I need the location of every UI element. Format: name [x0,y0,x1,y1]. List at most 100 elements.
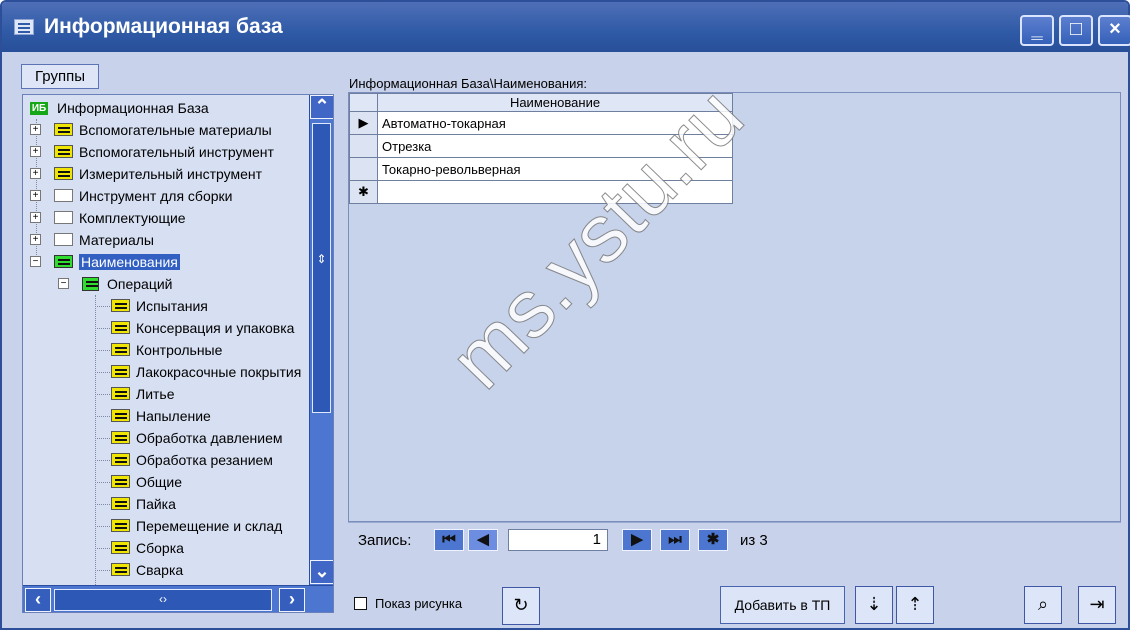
tree-item[interactable]: + Вспомогательные материалы [30,119,272,141]
previous-record-button[interactable]: ◀ [468,529,498,551]
tree-connector [95,350,110,351]
name-column-header[interactable]: Наименование [377,93,733,112]
expand-icon[interactable]: + [30,190,41,201]
picture-action-button[interactable]: ↻ [502,587,540,625]
tree-connector [95,526,110,527]
scroll-left-button[interactable]: ‹ [25,588,51,612]
yellow-list-icon [111,343,130,356]
next-record-button[interactable]: ▶ [622,529,652,551]
expand-icon[interactable]: + [30,212,41,223]
row-selector[interactable] [349,157,378,181]
tree-item-label: Материалы [79,232,154,248]
tree-vertical-scrollbar[interactable]: ⌃ ⇕ ⌄ [309,95,333,585]
maximize-button[interactable]: □ [1059,15,1093,46]
tree-subitem[interactable]: Лакокрасочные покрытия [111,361,301,383]
names-table: Наименование ▶ Автоматно-токарная Отрезк… [349,93,733,204]
new-record-button[interactable]: ✱ [698,529,728,551]
tree-horizontal-scrollbar[interactable]: ‹ ‹› › [23,585,333,612]
move-up-button[interactable]: ⇡ [896,586,934,624]
groups-tab[interactable]: Группы [21,64,99,89]
close-button[interactable]: × [1098,15,1130,46]
tree-subitem[interactable]: Общие [111,471,182,493]
yellow-list-icon [111,387,130,400]
expand-icon[interactable]: + [30,146,41,157]
yellow-list-icon [111,541,130,554]
name-cell[interactable]: Автоматно-токарная [377,111,733,135]
move-down-button[interactable]: ⇣ [855,586,893,624]
green-folder-icon [54,255,73,268]
yellow-list-icon [111,299,130,312]
yellow-list-icon [111,409,130,422]
tree-subitem[interactable]: Испытания [111,295,208,317]
scroll-thumb[interactable]: ⇕ [312,123,331,413]
tree-subitem[interactable]: Сборка [111,537,184,559]
tree-item-label: Измерительный инструмент [79,166,263,182]
tree-item[interactable]: + Измерительный инструмент [30,163,262,185]
maximize-icon: □ [1069,18,1083,40]
tree-item-label: Вспомогательные материалы [79,122,272,138]
expand-icon[interactable]: + [30,124,41,135]
tree-item[interactable]: + Инструмент для сборки [30,185,232,207]
name-cell[interactable]: Токарно-револьверная [377,157,733,181]
table-row[interactable]: Отрезка [349,134,733,158]
scroll-right-button[interactable]: › [279,588,305,612]
tree-subitem[interactable]: Пайка [111,493,176,515]
scroll-up-button[interactable]: ⌃ [310,95,333,119]
tree-subitem[interactable]: Обработка давлением [111,427,283,449]
exit-door-icon: ⇥ [1089,594,1105,614]
table-row[interactable]: Токарно-револьверная [349,157,733,181]
tree-subitem[interactable]: Сварка [111,559,183,581]
tree-subitem[interactable]: Литье [111,383,175,405]
tree-item[interactable]: − Наименования [30,251,180,273]
tree-subitem[interactable]: Перемещение и склад [111,515,282,537]
yellow-list-icon [111,453,130,466]
minimize-button[interactable]: ‗ [1020,15,1054,46]
move-up-icon: ⇡ [907,594,923,614]
tree-item-label: Испытания [136,298,208,314]
row-selector[interactable]: ▶ [349,111,378,135]
tree-item-label: Контрольные [136,342,223,358]
empty-folder-icon [54,189,73,202]
new-name-cell[interactable] [377,180,733,204]
bottom-toolbar: Показ рисунка ↻ Добавить в ТП ⇣ ⇡ ⌕ ⇥ [348,586,1121,625]
current-record-input[interactable]: 1 [508,529,608,551]
tree-subitem[interactable]: Консервация и упаковка [111,317,294,339]
expand-icon[interactable]: + [30,168,41,179]
yellow-list-icon [111,497,130,510]
scroll-down-button[interactable]: ⌄ [310,560,333,584]
row-selector[interactable] [349,134,378,158]
name-cell[interactable]: Отрезка [377,134,733,158]
table-header-row: Наименование [349,93,733,112]
tree-item[interactable]: + Вспомогательный инструмент [30,141,274,163]
tree-item-label: Перемещение и склад [136,518,283,534]
tree-content: ИБ Информационная База + Вспомогательные … [23,95,309,585]
exit-button[interactable]: ⇥ [1078,586,1116,624]
tree-root[interactable]: ИБ Информационная База [30,97,209,119]
tree-item[interactable]: + Материалы [30,229,154,251]
record-label: Запись: [358,532,412,549]
collapse-icon[interactable]: − [58,278,69,289]
new-record-icon: ✱ [349,180,378,204]
tree-subitem[interactable]: Напыление [111,405,211,427]
first-record-button[interactable]: ⏮ [434,529,464,551]
last-record-button[interactable]: ⏭ [660,529,690,551]
horizontal-scroll-thumb[interactable]: ‹› [54,589,272,611]
expand-icon[interactable]: + [30,234,41,245]
record-count: из 3 [740,532,768,549]
tree-item-label: Пайка [136,496,176,512]
group-tree[interactable]: ИБ Информационная База + Вспомогательные … [22,94,334,613]
tree-subitem[interactable]: Контрольные [111,339,222,361]
tree-connector [95,394,110,395]
tree-subitem[interactable]: Обработка резанием [111,449,273,471]
tree-connector [95,328,110,329]
tree-item[interactable]: + Комплектующие [30,207,186,229]
search-button[interactable]: ⌕ [1024,586,1062,624]
new-record-row[interactable]: ✱ [349,180,733,204]
table-row[interactable]: ▶ Автоматно-токарная [349,111,733,135]
add-to-tp-button[interactable]: Добавить в ТП [720,586,845,624]
show-picture-checkbox[interactable] [354,597,367,610]
tree-item[interactable]: − Операций [58,273,173,295]
collapse-icon[interactable]: − [30,256,41,267]
tree-root-label: Информационная База [57,100,209,116]
names-grid[interactable]: Наименование ▶ Автоматно-токарная Отрезк… [348,92,1121,522]
